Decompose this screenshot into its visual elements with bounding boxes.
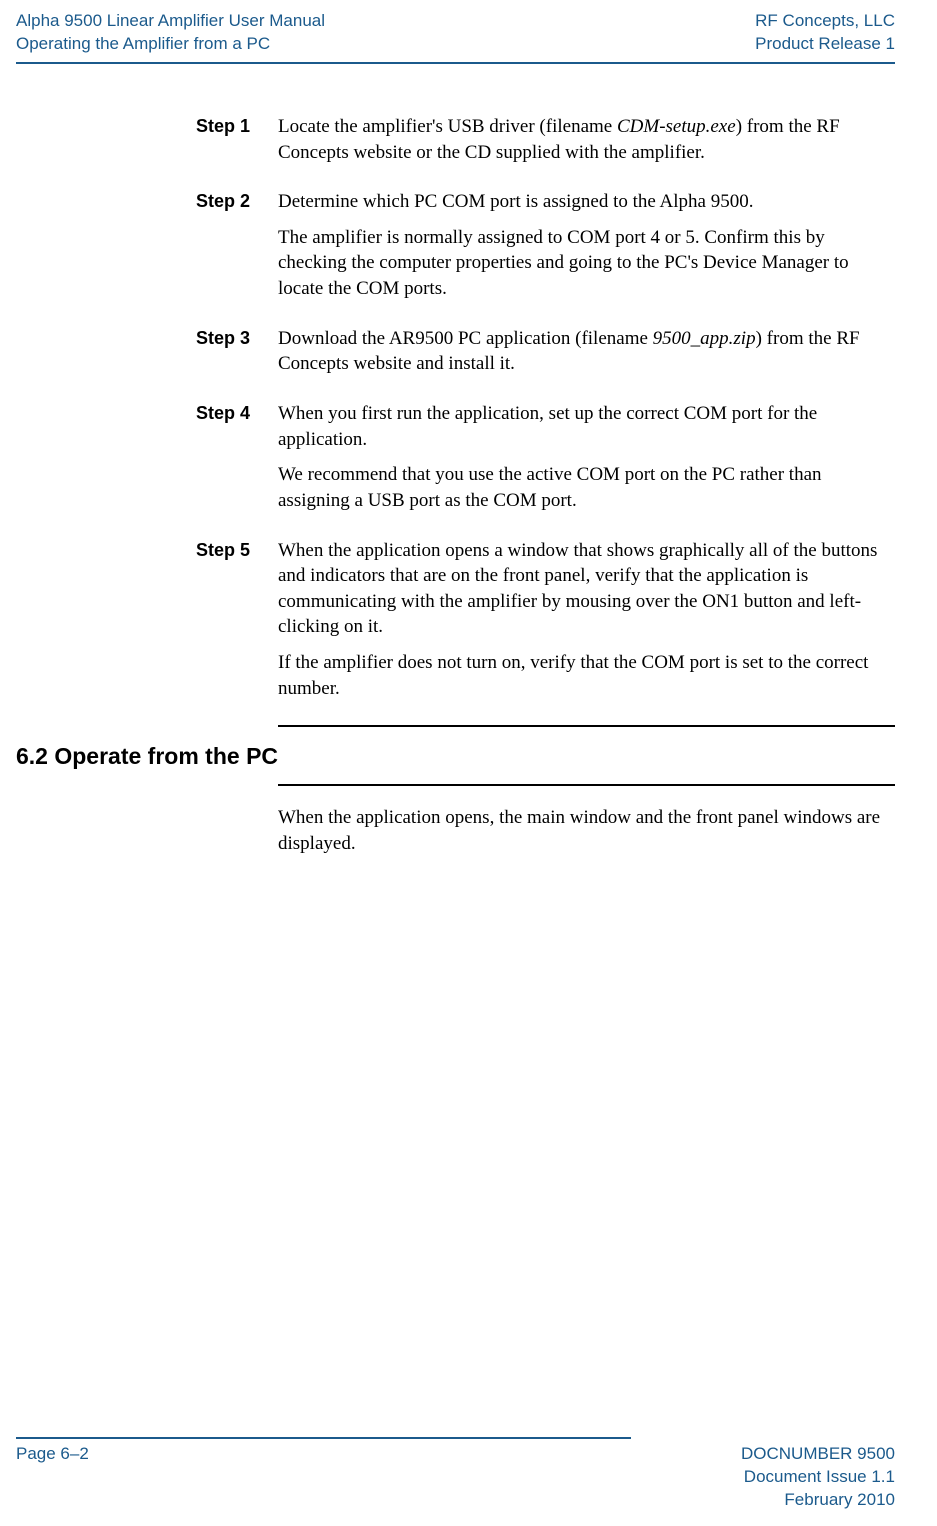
step-body: When you first run the application, set … (278, 401, 895, 524)
company-name: RF Concepts, LLC (755, 10, 895, 33)
header-right: RF Concepts, LLC Product Release 1 (755, 10, 895, 56)
section-intro-text: When the application opens, the main win… (278, 805, 895, 856)
page-header: Alpha 9500 Linear Amplifier User Manual … (0, 0, 937, 60)
step-label: Step 2 (16, 189, 278, 312)
step-label: Step 1 (16, 114, 278, 175)
step-paragraph: Locate the amplifier's USB driver (filen… (278, 114, 895, 165)
section-intro-block: When the application opens, the main win… (278, 805, 895, 856)
footer-right: DOCNUMBER 9500 Document Issue 1.1 Februa… (741, 1443, 895, 1512)
page-content: Step 1Locate the amplifier's USB driver … (0, 64, 937, 857)
header-left: Alpha 9500 Linear Amplifier User Manual … (16, 10, 325, 56)
step-paragraph: The amplifier is normally assigned to CO… (278, 225, 895, 302)
step-label: Step 4 (16, 401, 278, 524)
step-row: Step 5When the application opens a windo… (16, 538, 895, 712)
product-release: Product Release 1 (755, 33, 895, 56)
footer-rule (16, 1437, 631, 1439)
step-paragraph: When the application opens a window that… (278, 538, 895, 641)
step-row: Step 3Download the AR9500 PC application… (16, 326, 895, 387)
step-paragraph: If the amplifier does not turn on, verif… (278, 650, 895, 701)
step-paragraph: Download the AR9500 PC application (file… (278, 326, 895, 377)
step-row: Step 2Determine which PC COM port is ass… (16, 189, 895, 312)
step-body: Download the AR9500 PC application (file… (278, 326, 895, 387)
footer-row: Page 6–2 DOCNUMBER 9500 Document Issue 1… (16, 1443, 895, 1512)
page-footer: Page 6–2 DOCNUMBER 9500 Document Issue 1… (16, 1437, 895, 1512)
section-heading: 6.2 Operate from the PC (16, 741, 895, 772)
step-paragraph: When you first run the application, set … (278, 401, 895, 452)
step-row: Step 4When you first run the application… (16, 401, 895, 524)
step-body: Locate the amplifier's USB driver (filen… (278, 114, 895, 175)
chapter-title: Operating the Amplifier from a PC (16, 33, 325, 56)
page-number: Page 6–2 (16, 1443, 89, 1512)
step-body: When the application opens a window that… (278, 538, 895, 712)
doc-title: Alpha 9500 Linear Amplifier User Manual (16, 10, 325, 33)
step-paragraph: Determine which PC COM port is assigned … (278, 189, 895, 215)
section-rule-top (278, 725, 895, 727)
doc-issue: Document Issue 1.1 (741, 1466, 895, 1489)
section-rule-bottom (278, 784, 895, 786)
doc-number: DOCNUMBER 9500 (741, 1443, 895, 1466)
doc-date: February 2010 (741, 1489, 895, 1512)
step-label: Step 5 (16, 538, 278, 712)
steps-list: Step 1Locate the amplifier's USB driver … (16, 114, 895, 712)
step-row: Step 1Locate the amplifier's USB driver … (16, 114, 895, 175)
step-label: Step 3 (16, 326, 278, 387)
step-body: Determine which PC COM port is assigned … (278, 189, 895, 312)
step-paragraph: We recommend that you use the active COM… (278, 462, 895, 513)
